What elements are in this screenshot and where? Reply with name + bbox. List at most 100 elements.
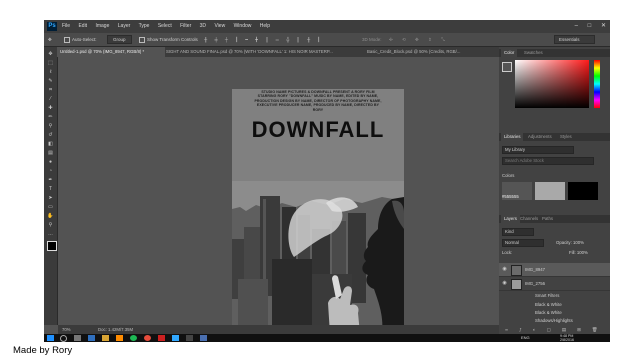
hue-slider[interactable]: [594, 60, 600, 108]
tab-paths[interactable]: Paths: [539, 215, 556, 223]
poster-canvas[interactable]: STUDIO NAME PICTURES & DOWNFALL PRESENT …: [232, 89, 404, 334]
clock-date[interactable]: 2/8/2016: [560, 338, 574, 342]
menu-edit[interactable]: Edit: [78, 23, 87, 29]
crop-tool-icon[interactable]: ⌗: [47, 87, 54, 93]
color-swatch-2[interactable]: [535, 182, 565, 200]
blend-mode-select[interactable]: Normal: [502, 239, 544, 247]
layer-thumbnail: [511, 279, 522, 290]
right-panels: Color Swatches Libraries Adjustments Sty…: [499, 47, 610, 334]
library-search[interactable]: Search Adobe Stock: [502, 157, 594, 165]
zoom-tool-icon[interactable]: ⚲: [47, 222, 54, 228]
minimize-button[interactable]: –: [575, 23, 578, 29]
color-panel-tabs: Color Swatches: [499, 49, 610, 57]
color-fg-swatch[interactable]: [502, 62, 512, 72]
tab-libraries[interactable]: Libraries: [501, 133, 524, 141]
eraser-tool-icon[interactable]: ◧: [47, 141, 54, 147]
tab-basic-credit-block[interactable]: Basic_Credit_Block.psd @ 50% (Credits, R…: [364, 47, 502, 57]
caption: Made by Rory: [13, 345, 73, 356]
shape-tool-icon[interactable]: ▭: [47, 204, 54, 210]
menu-window[interactable]: Window: [234, 23, 252, 29]
opacity-field[interactable]: Opacity: 100%: [556, 240, 584, 245]
windows-start-icon[interactable]: [47, 335, 54, 341]
layer-row[interactable]: ◉ IMG_8947: [499, 263, 610, 277]
color-swatch-3[interactable]: [568, 182, 598, 200]
tab-swatches[interactable]: Swatches: [521, 49, 546, 57]
menu-type[interactable]: Type: [139, 23, 150, 29]
lock-label: Lock:: [502, 250, 513, 255]
tab-color[interactable]: Color: [501, 49, 518, 57]
layer-actions-icons[interactable]: ∞ ƒ ◐ ▢ ▤ ⊞ 🗑: [505, 327, 602, 333]
photoshop-screenshot: Ps File Edit Image Layer Type Select Fil…: [44, 20, 610, 342]
task-view-icon[interactable]: [74, 335, 81, 341]
photoshop-taskbar-icon[interactable]: [172, 335, 179, 341]
foreground-color-swatch[interactable]: [47, 241, 57, 251]
tools-panel: ✥ ⬚ ℓ ✎ ⌗ ⁄ ✚ ✏ ⚲ ↺ ◧ ▤ ● ◔ ✒ T ➤ ▭ ✋ ⚲ …: [44, 47, 60, 325]
fill-field[interactable]: Fill: 100%: [569, 250, 588, 255]
marquee-tool-icon[interactable]: ⬚: [47, 60, 54, 66]
auto-select-checkbox[interactable]: Auto-Select:: [64, 33, 97, 46]
menu-layer[interactable]: Layer: [118, 23, 131, 29]
clone-stamp-tool-icon[interactable]: ⚲: [47, 123, 54, 129]
zoom-level[interactable]: 70%: [62, 325, 71, 334]
app-icon[interactable]: [158, 335, 165, 341]
menu-3d[interactable]: 3D: [200, 23, 206, 29]
app-icon[interactable]: [186, 335, 193, 341]
edge-icon[interactable]: [88, 335, 95, 341]
history-brush-tool-icon[interactable]: ↺: [47, 132, 54, 138]
tab-untitled-1[interactable]: Untitled-1.psd @ 70% (IMG_8947, RGB/8) *: [57, 47, 165, 57]
3d-mode-icons[interactable]: ✣ ⟲ ✥ ⇕ ⤡: [389, 33, 449, 46]
more-tools-icon[interactable]: …: [47, 231, 54, 237]
layer-row[interactable]: ◉ IMG_2756: [499, 277, 610, 291]
maximize-button[interactable]: □: [588, 23, 592, 29]
file-explorer-icon[interactable]: [102, 335, 109, 341]
layers-panel-tabs: Layers Channels Paths: [499, 215, 610, 223]
move-tool-icon[interactable]: ✥: [48, 33, 52, 46]
menu-image[interactable]: Image: [95, 23, 109, 29]
close-button[interactable]: ✕: [601, 23, 606, 29]
layer-thumbnail: [511, 265, 522, 276]
layer-filter-kind[interactable]: Kind: [502, 228, 534, 236]
outlook-icon[interactable]: [116, 335, 123, 341]
healing-brush-tool-icon[interactable]: ✚: [47, 105, 54, 111]
dodge-tool-icon[interactable]: ◔: [47, 168, 54, 174]
lasso-tool-icon[interactable]: ℓ: [47, 69, 54, 75]
eye-icon[interactable]: ◉: [502, 280, 507, 286]
doc-size: Doc: 1.42M/7.35M: [98, 327, 134, 332]
tab-channels[interactable]: Channels: [517, 215, 541, 223]
search-icon[interactable]: [60, 335, 67, 342]
filter-item[interactable]: Black & White: [535, 302, 562, 307]
tab-styles[interactable]: Styles: [557, 133, 575, 141]
tab-sight-and-sound[interactable]: SIGHT AND SOUND FINAL.psd @ 70% (WITH 'D…: [163, 47, 366, 57]
menu-select[interactable]: Select: [158, 23, 172, 29]
filter-item[interactable]: Black & White: [535, 310, 562, 315]
tab-adjustments[interactable]: Adjustments: [525, 133, 555, 141]
menu-help[interactable]: Help: [260, 23, 270, 29]
spotify-icon[interactable]: [130, 335, 137, 341]
move-tool-icon[interactable]: ✥: [47, 51, 54, 57]
options-bar: ✥ Auto-Select: Group Show Transform Cont…: [44, 33, 610, 47]
color-picker-field[interactable]: [515, 60, 589, 108]
align-icons[interactable]: ╫ ╪ ┼ ┃ ━ ╋ ║ ═ ╬ ║ ╫ ┃: [204, 33, 323, 46]
quick-select-tool-icon[interactable]: ✎: [47, 78, 54, 84]
transform-controls-checkbox[interactable]: Show Transform Controls: [139, 33, 198, 46]
workspace-dropdown[interactable]: Essentials: [554, 33, 595, 46]
pen-tool-icon[interactable]: ✒: [47, 177, 54, 183]
language-indicator[interactable]: ENG: [521, 335, 530, 340]
eye-icon[interactable]: ◉: [502, 266, 507, 272]
filter-item[interactable]: Shadows/Highlights: [535, 318, 573, 323]
eyedropper-tool-icon[interactable]: ⁄: [47, 96, 54, 102]
type-tool-icon[interactable]: T: [47, 186, 54, 192]
blur-tool-icon[interactable]: ●: [47, 159, 54, 165]
hand-tool-icon[interactable]: ✋: [47, 213, 54, 219]
library-select[interactable]: My Library: [502, 146, 574, 154]
brush-tool-icon[interactable]: ✏: [47, 114, 54, 120]
auto-select-dropdown[interactable]: Group: [107, 33, 132, 46]
app-icon[interactable]: [200, 335, 207, 341]
chrome-icon[interactable]: [144, 335, 151, 341]
gradient-tool-icon[interactable]: ▤: [47, 150, 54, 156]
smart-filters-label: Smart Filters: [535, 293, 560, 298]
menu-filter[interactable]: Filter: [180, 23, 191, 29]
menu-view[interactable]: View: [214, 23, 225, 29]
menu-file[interactable]: File: [62, 23, 70, 29]
path-selection-tool-icon[interactable]: ➤: [47, 195, 54, 201]
